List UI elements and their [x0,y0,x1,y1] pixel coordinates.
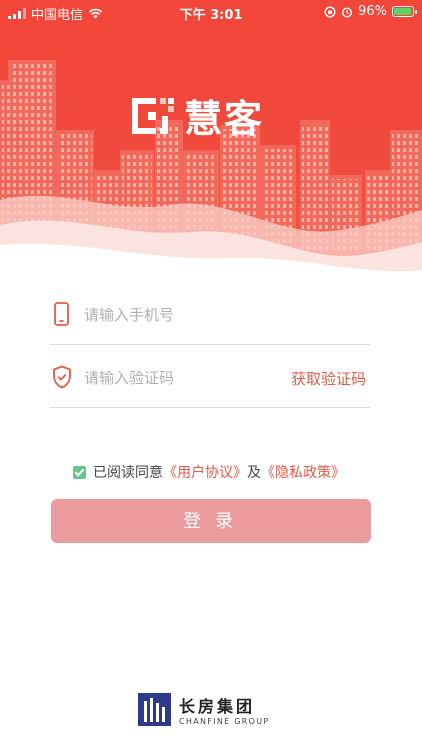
footer-brand: 长房集团 CHANFINE GROUP [138,693,270,726]
phone-input[interactable] [82,300,286,330]
brand: 慧客 [128,88,264,143]
phone-icon [54,302,69,326]
agreement-and: 及 [247,465,261,481]
shield-check-icon [53,365,71,389]
alarm-icon [342,6,353,18]
get-code-button[interactable]: 获取验证码 [291,368,366,389]
code-input[interactable] [82,363,286,393]
battery-icon [392,6,417,17]
login-button[interactable]: 登录 [51,499,371,543]
privacy-policy-link[interactable]: 《隐私政策》 [261,462,345,482]
phone-field [50,282,370,345]
battery-percent: 96% [358,4,387,19]
brand-name: 慧客 [184,97,265,141]
code-field: 获取验证码 [50,345,370,408]
brand-logo-icon [132,97,174,134]
rotation-lock-icon [324,5,336,18]
user-agreement-link[interactable]: 《用户协议》 [163,462,247,482]
login-form: 获取验证码 [50,282,370,408]
agree-checkbox[interactable] [73,465,86,479]
agreement-row: 已阅读同意 《用户协议》 及 《隐私政策》 [73,462,345,482]
company-name-en: CHANFINE GROUP [179,717,270,726]
agreement-prefix: 已阅读同意 [93,465,163,481]
hero-banner: 中国电信 下午 3:01 96% 慧客 [0,0,422,280]
chanfine-logo-icon [138,693,171,726]
status-bar: 中国电信 下午 3:01 96% [0,0,422,24]
company-name-cn: 长房集团 [179,697,256,716]
